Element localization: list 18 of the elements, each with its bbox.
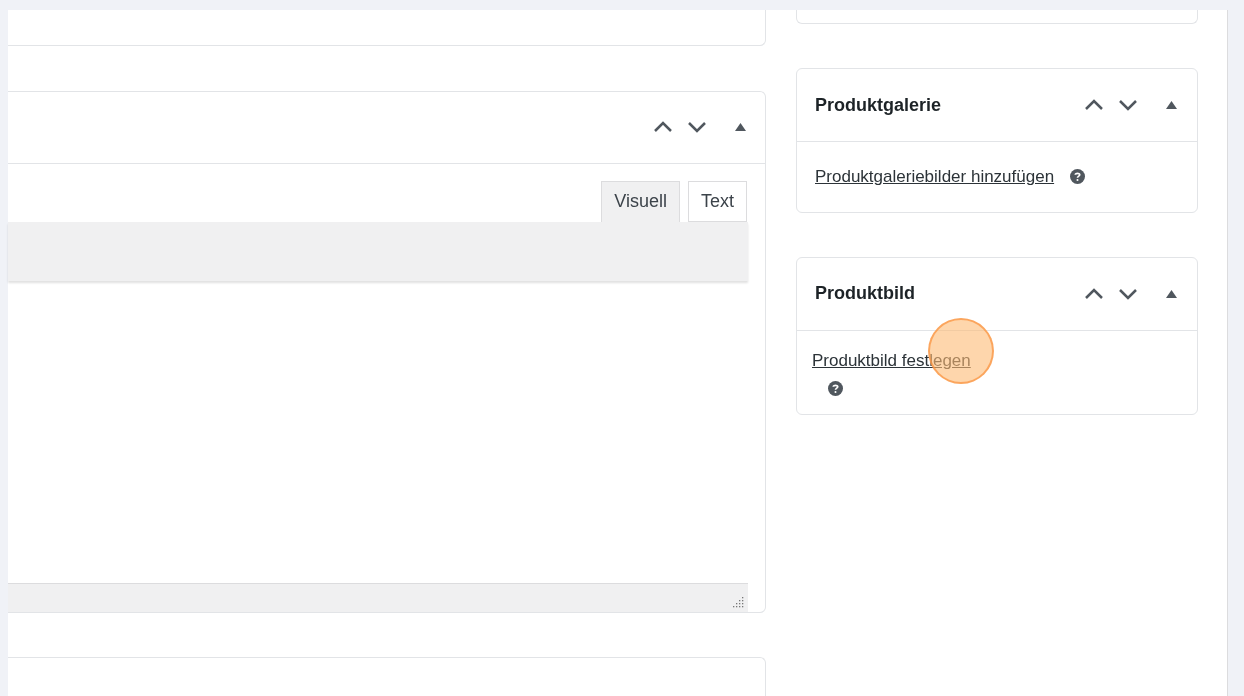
chevron-down-icon[interactable] — [687, 121, 707, 134]
chevron-down-icon[interactable] — [1118, 99, 1138, 111]
editor-tab[interactable]: Visuell — [601, 180, 680, 222]
help-icon[interactable] — [828, 381, 843, 396]
panel-title: Produktbild — [815, 282, 915, 305]
collapse-triangle-icon[interactable] — [735, 123, 746, 132]
panel-link[interactable]: Produktgaleriebilder hinzufügen — [815, 164, 1055, 190]
chevron-down-icon[interactable] — [1118, 287, 1138, 300]
chevron-up-icon[interactable] — [1084, 287, 1104, 300]
chevron-up-icon[interactable] — [1084, 99, 1104, 111]
help-icon[interactable] — [1070, 169, 1086, 185]
editor-tab[interactable]: Text — [688, 180, 747, 222]
collapse-triangle-icon[interactable] — [1166, 289, 1177, 298]
panel-link[interactable]: Produktbild festlegen — [812, 347, 1179, 373]
resize-grip-icon[interactable] — [733, 596, 744, 608]
panel-title: Produktgalerie — [815, 93, 942, 117]
collapse-triangle-icon[interactable] — [1166, 101, 1177, 109]
chevron-up-icon[interactable] — [653, 121, 673, 134]
